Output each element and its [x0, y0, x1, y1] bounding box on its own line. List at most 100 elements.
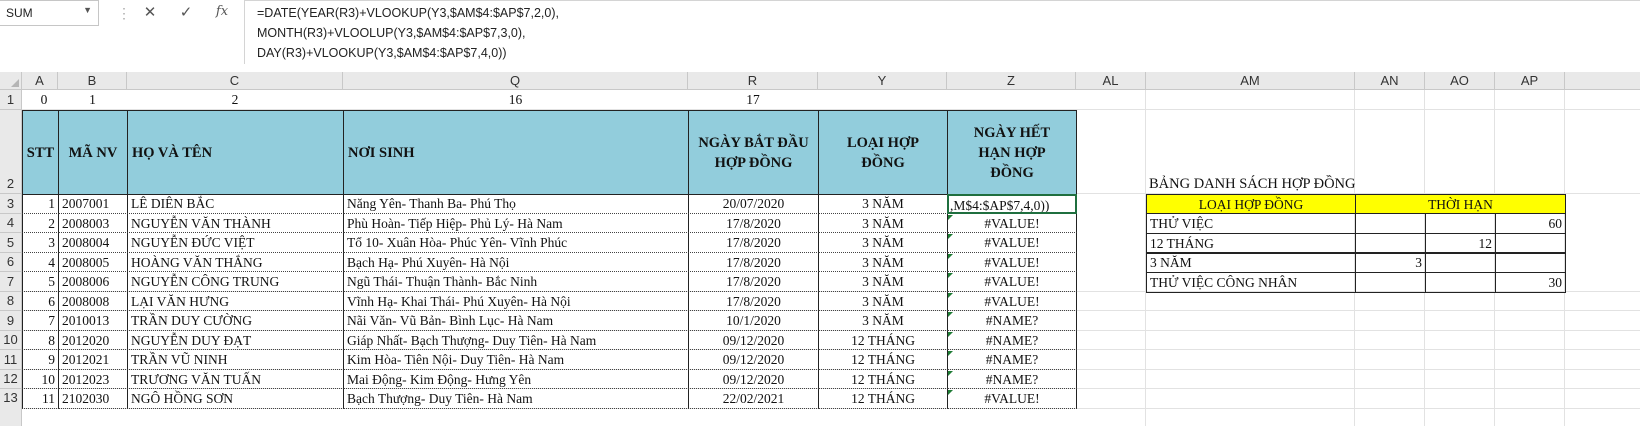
row-header-4[interactable]: 4: [0, 214, 22, 233]
col-header-z[interactable]: Z: [947, 72, 1076, 90]
cell-noi-sinh[interactable]: Bạch Hạ- Phú Xuyên- Hà Nội: [343, 253, 689, 272]
cell-ngay-het-han[interactable]: #NAME?: [947, 370, 1077, 389]
cell-stt[interactable]: 2: [22, 214, 59, 233]
row-header-1[interactable]: 1: [0, 90, 22, 110]
cell-stt[interactable]: 1: [22, 194, 59, 214]
row-header-13[interactable]: 13: [0, 389, 22, 426]
contract-type-cell[interactable]: THỬ VIỆC CÔNG NHÂN: [1146, 272, 1356, 293]
cell-ngay-bat-dau[interactable]: 09/12/2020: [688, 350, 819, 370]
cell-ngay-het-han[interactable]: #VALUE!: [947, 214, 1077, 233]
error-indicator-icon[interactable]: [948, 332, 953, 337]
row-header-8[interactable]: 8: [0, 292, 22, 311]
cell-loai-hop-dong[interactable]: 3 NĂM: [818, 272, 948, 292]
cell-q1[interactable]: 16: [343, 90, 688, 110]
cell-r1[interactable]: 17: [688, 90, 818, 110]
cell-noi-sinh[interactable]: Phù Hoàn- Tiếp Hiệp- Phủ Lý- Hà Nam: [343, 214, 689, 233]
name-box[interactable]: SUM ▼: [0, 0, 99, 26]
contract-years-cell[interactable]: [1355, 213, 1426, 234]
row-header-5[interactable]: 5: [0, 233, 22, 253]
contract-header-type[interactable]: LOẠI HỢP ĐỒNG: [1146, 194, 1356, 214]
contract-months-cell[interactable]: [1425, 213, 1496, 234]
col-header-a[interactable]: A: [22, 72, 58, 90]
cell-ngay-bat-dau[interactable]: 09/12/2020: [688, 331, 819, 350]
contract-months-cell[interactable]: 12: [1425, 233, 1496, 254]
contract-days-cell[interactable]: [1495, 233, 1566, 254]
cell-ho-ten[interactable]: TRƯƠNG VĂN TUẤN: [127, 370, 344, 389]
col-header-ao[interactable]: AO: [1425, 72, 1495, 90]
cell-c1[interactable]: 2: [127, 90, 343, 110]
cell-stt[interactable]: 3: [22, 233, 59, 253]
cell-ma-nv[interactable]: 2012021: [58, 350, 128, 370]
cancel-icon[interactable]: ✕: [140, 2, 160, 22]
error-indicator-icon[interactable]: [948, 312, 953, 317]
cell-ngay-bat-dau[interactable]: 17/8/2020: [688, 233, 819, 253]
cell-ho-ten[interactable]: LẠI VĂN HƯNG: [127, 292, 344, 311]
cell-ma-nv[interactable]: 2008005: [58, 253, 128, 272]
col-header-b[interactable]: B: [58, 72, 127, 90]
col-header-next[interactable]: [1565, 72, 1640, 90]
cell-noi-sinh[interactable]: Bạch Thượng- Duy Tiên- Hà Nam: [343, 389, 689, 409]
header-loai-hop-dong[interactable]: LOẠI HỢP ĐỒNG: [818, 110, 948, 195]
cell-ho-ten[interactable]: HOÀNG VĂN THẮNG: [127, 253, 344, 272]
cell-ma-nv[interactable]: 2008006: [58, 272, 128, 292]
cell-ho-ten[interactable]: NGÔ HỒNG SƠN: [127, 389, 344, 409]
col-header-ap[interactable]: AP: [1495, 72, 1565, 90]
error-indicator-icon[interactable]: [948, 273, 953, 278]
cell-ma-nv[interactable]: 2012023: [58, 370, 128, 389]
cell-ho-ten[interactable]: NGUYỄN VĂN THÀNH: [127, 214, 344, 233]
contract-days-cell[interactable]: [1495, 252, 1566, 273]
cell-ho-ten[interactable]: NGUYỄN DUY ĐẠT: [127, 331, 344, 350]
cell-ngay-bat-dau[interactable]: 10/1/2020: [688, 311, 819, 331]
enter-icon[interactable]: ✓: [176, 2, 196, 22]
formula-input[interactable]: =DATE(YEAR(R3)+VLOOKUP(Y3,$AM$4:$AP$7,2,…: [244, 0, 1640, 66]
cell-stt[interactable]: 5: [22, 272, 59, 292]
row-header-6[interactable]: 6: [0, 253, 22, 272]
row-header-11[interactable]: 11: [0, 350, 22, 370]
contract-type-cell[interactable]: 3 NĂM: [1146, 252, 1356, 273]
error-indicator-icon[interactable]: [948, 215, 953, 220]
contract-header-duration[interactable]: THỜI HẠN: [1355, 194, 1566, 214]
cell-ngay-bat-dau[interactable]: 17/8/2020: [688, 253, 819, 272]
col-header-c[interactable]: C: [127, 72, 343, 90]
header-noi-sinh[interactable]: NƠI SINH: [343, 110, 689, 195]
col-header-y[interactable]: Y: [818, 72, 947, 90]
cell-loai-hop-dong[interactable]: 3 NĂM: [818, 233, 948, 253]
row-header-9[interactable]: 9: [0, 311, 22, 331]
error-indicator-icon[interactable]: [948, 234, 953, 239]
select-all-corner[interactable]: [0, 72, 22, 90]
col-header-q[interactable]: Q: [343, 72, 688, 90]
cell-ma-nv[interactable]: 2008004: [58, 233, 128, 253]
contract-type-cell[interactable]: 12 THÁNG: [1146, 233, 1356, 254]
col-header-am[interactable]: AM: [1146, 72, 1355, 90]
contract-years-cell[interactable]: [1355, 272, 1426, 293]
cell-ngay-het-han[interactable]: ,M$4:$AP$7,4,0)): [947, 194, 1077, 214]
row-header-7[interactable]: 7: [0, 272, 22, 292]
cell-noi-sinh[interactable]: Ngũ Thái- Thuận Thành- Bắc Ninh: [343, 272, 689, 292]
header-ngay-bat-dau[interactable]: NGÀY BẮT ĐẦU HỢP ĐỒNG: [688, 110, 819, 195]
cell-ma-nv[interactable]: 2008008: [58, 292, 128, 311]
cell-ngay-het-han[interactable]: #VALUE!: [947, 292, 1077, 311]
cell-ho-ten[interactable]: LÊ DIÊN BẮC: [127, 194, 344, 214]
cell-stt[interactable]: 6: [22, 292, 59, 311]
cell-noi-sinh[interactable]: Giáp Nhất- Bạch Thượng- Duy Tiên- Hà Nam: [343, 331, 689, 350]
error-indicator-icon[interactable]: [948, 390, 953, 395]
header-ngay-het-han[interactable]: NGÀY HẾT HẠN HỢP ĐỒNG: [947, 110, 1077, 195]
col-header-an[interactable]: AN: [1355, 72, 1425, 90]
col-header-al[interactable]: AL: [1076, 72, 1146, 90]
cell-ho-ten[interactable]: TRẦN DUY CƯỜNG: [127, 311, 344, 331]
cell-ma-nv[interactable]: 2012020: [58, 331, 128, 350]
contract-years-cell[interactable]: [1355, 233, 1426, 254]
cell-noi-sinh[interactable]: Tổ 10- Xuân Hòa- Phúc Yên- Vĩnh Phúc: [343, 233, 689, 253]
cell-ngay-bat-dau[interactable]: 17/8/2020: [688, 292, 819, 311]
cell-stt[interactable]: 8: [22, 331, 59, 350]
error-indicator-icon[interactable]: [948, 293, 953, 298]
cell-ngay-het-han[interactable]: #VALUE!: [947, 253, 1077, 272]
cell-ngay-het-han[interactable]: #VALUE!: [947, 272, 1077, 292]
contract-years-cell[interactable]: 3: [1355, 252, 1426, 273]
cell-noi-sinh[interactable]: Năng Yên- Thanh Ba- Phú Thọ: [343, 194, 689, 214]
cell-stt[interactable]: 4: [22, 253, 59, 272]
contract-months-cell[interactable]: [1425, 272, 1496, 293]
cell-noi-sinh[interactable]: Kim Hòa- Tiên Nội- Duy Tiên- Hà Nam: [343, 350, 689, 370]
cell-ngay-het-han[interactable]: #VALUE!: [947, 389, 1077, 409]
contract-type-cell[interactable]: THỬ VIỆC: [1146, 213, 1356, 234]
